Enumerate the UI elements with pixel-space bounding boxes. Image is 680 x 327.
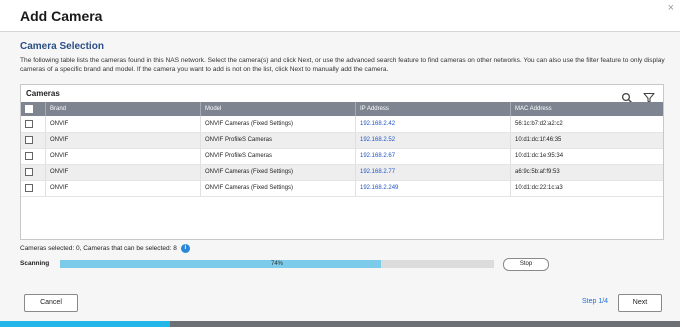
column-header-brand[interactable]: Brand <box>45 102 201 116</box>
row-checkbox[interactable] <box>25 184 33 192</box>
next-button[interactable]: Next <box>618 294 662 312</box>
row-checkbox[interactable] <box>25 136 33 144</box>
mac-address-cell: 10:d1:dc:22:1c:a3 <box>510 180 663 197</box>
wizard-progress-fill <box>0 321 170 327</box>
ip-address-cell: 192.168.2.52 <box>355 132 511 149</box>
selection-summary: Cameras selected: 0, Cameras that can be… <box>20 244 190 253</box>
row-select-cell <box>21 164 46 181</box>
ip-address-cell: 192.168.2.42 <box>355 116 511 133</box>
scan-progress-bar: 74% <box>60 260 494 268</box>
mac-address-cell: 10:d1:dc:1f:46:35 <box>510 132 663 149</box>
table-row[interactable]: ONVIF ONVIF ProfileS Cameras 192.168.2.6… <box>21 148 663 165</box>
model-cell: ONVIF Cameras (Fixed Settings) <box>200 116 356 133</box>
row-checkbox[interactable] <box>25 168 33 176</box>
selection-text: Cameras selected: 0, Cameras that can be… <box>20 245 177 253</box>
row-select-cell <box>21 132 46 149</box>
brand-cell: ONVIF <box>45 132 201 149</box>
ip-address-cell: 192.168.2.249 <box>355 180 511 197</box>
scan-progress-text: 74% <box>270 261 283 267</box>
row-select-cell <box>21 180 46 197</box>
table-row[interactable]: ONVIF ONVIF Cameras (Fixed Settings) 192… <box>21 180 663 197</box>
model-cell: ONVIF Cameras (Fixed Settings) <box>200 180 356 197</box>
step-indicator: Step 1/4 <box>582 298 609 305</box>
select-all-cell <box>21 102 46 116</box>
wizard-progress-bar <box>0 321 680 327</box>
search-icon[interactable] <box>621 91 633 104</box>
dialog-titlebar: Add Camera × <box>0 0 680 32</box>
select-all-checkbox[interactable] <box>25 105 33 113</box>
row-select-cell <box>21 116 46 133</box>
column-header-ip[interactable]: IP Address <box>355 102 511 116</box>
mac-address-cell: 10:d1:dc:1e:95:34 <box>510 148 663 165</box>
dialog-title: Add Camera <box>20 8 103 24</box>
column-header-mac[interactable]: MAC Address <box>511 102 664 116</box>
section-title: Camera Selection <box>20 41 104 52</box>
brand-cell: ONVIF <box>45 164 201 181</box>
row-checkbox[interactable] <box>25 119 33 128</box>
table-row[interactable]: ONVIF ONVIF Cameras (Fixed Settings) 192… <box>21 116 663 133</box>
cameras-panel: Cameras Brand Model IP Address MAC Addre… <box>20 84 664 240</box>
mac-address-cell: a6:9c:5b:af:f9:53 <box>510 164 663 181</box>
model-cell: ONVIF ProfileS Cameras <box>200 132 356 149</box>
cameras-table: Brand Model IP Address MAC Address ONVIF… <box>21 102 663 197</box>
table-header-row: Brand Model IP Address MAC Address <box>21 102 663 116</box>
brand-cell: ONVIF <box>45 148 201 165</box>
mac-address-cell: 56:1c:b7:d2:a2:c2 <box>510 116 663 133</box>
close-icon[interactable]: × <box>668 2 674 14</box>
model-cell: ONVIF ProfileS Cameras <box>200 148 356 165</box>
brand-cell: ONVIF <box>45 116 201 133</box>
brand-cell: ONVIF <box>45 180 201 197</box>
info-icon[interactable]: i <box>180 244 190 253</box>
row-checkbox[interactable] <box>25 152 33 160</box>
row-select-cell <box>21 148 46 165</box>
filter-icon[interactable] <box>643 91 655 103</box>
model-cell: ONVIF Cameras (Fixed Settings) <box>200 164 356 181</box>
scanning-label: Scanning <box>20 260 50 267</box>
ip-address-cell: 192.168.2.67 <box>355 148 511 165</box>
table-row[interactable]: ONVIF ONVIF ProfileS Cameras 192.168.2.5… <box>21 132 663 149</box>
cancel-button[interactable]: Cancel <box>24 294 78 312</box>
dialog-body: Camera Selection The following table lis… <box>0 32 680 321</box>
table-row[interactable]: ONVIF ONVIF Cameras (Fixed Settings) 192… <box>21 164 663 181</box>
column-header-model[interactable]: Model <box>200 102 356 116</box>
panel-title: Cameras <box>26 89 60 98</box>
ip-address-cell: 192.168.2.77 <box>355 164 511 181</box>
section-description: The following table lists the cameras fo… <box>20 57 665 73</box>
stop-button[interactable]: Stop <box>503 258 549 271</box>
